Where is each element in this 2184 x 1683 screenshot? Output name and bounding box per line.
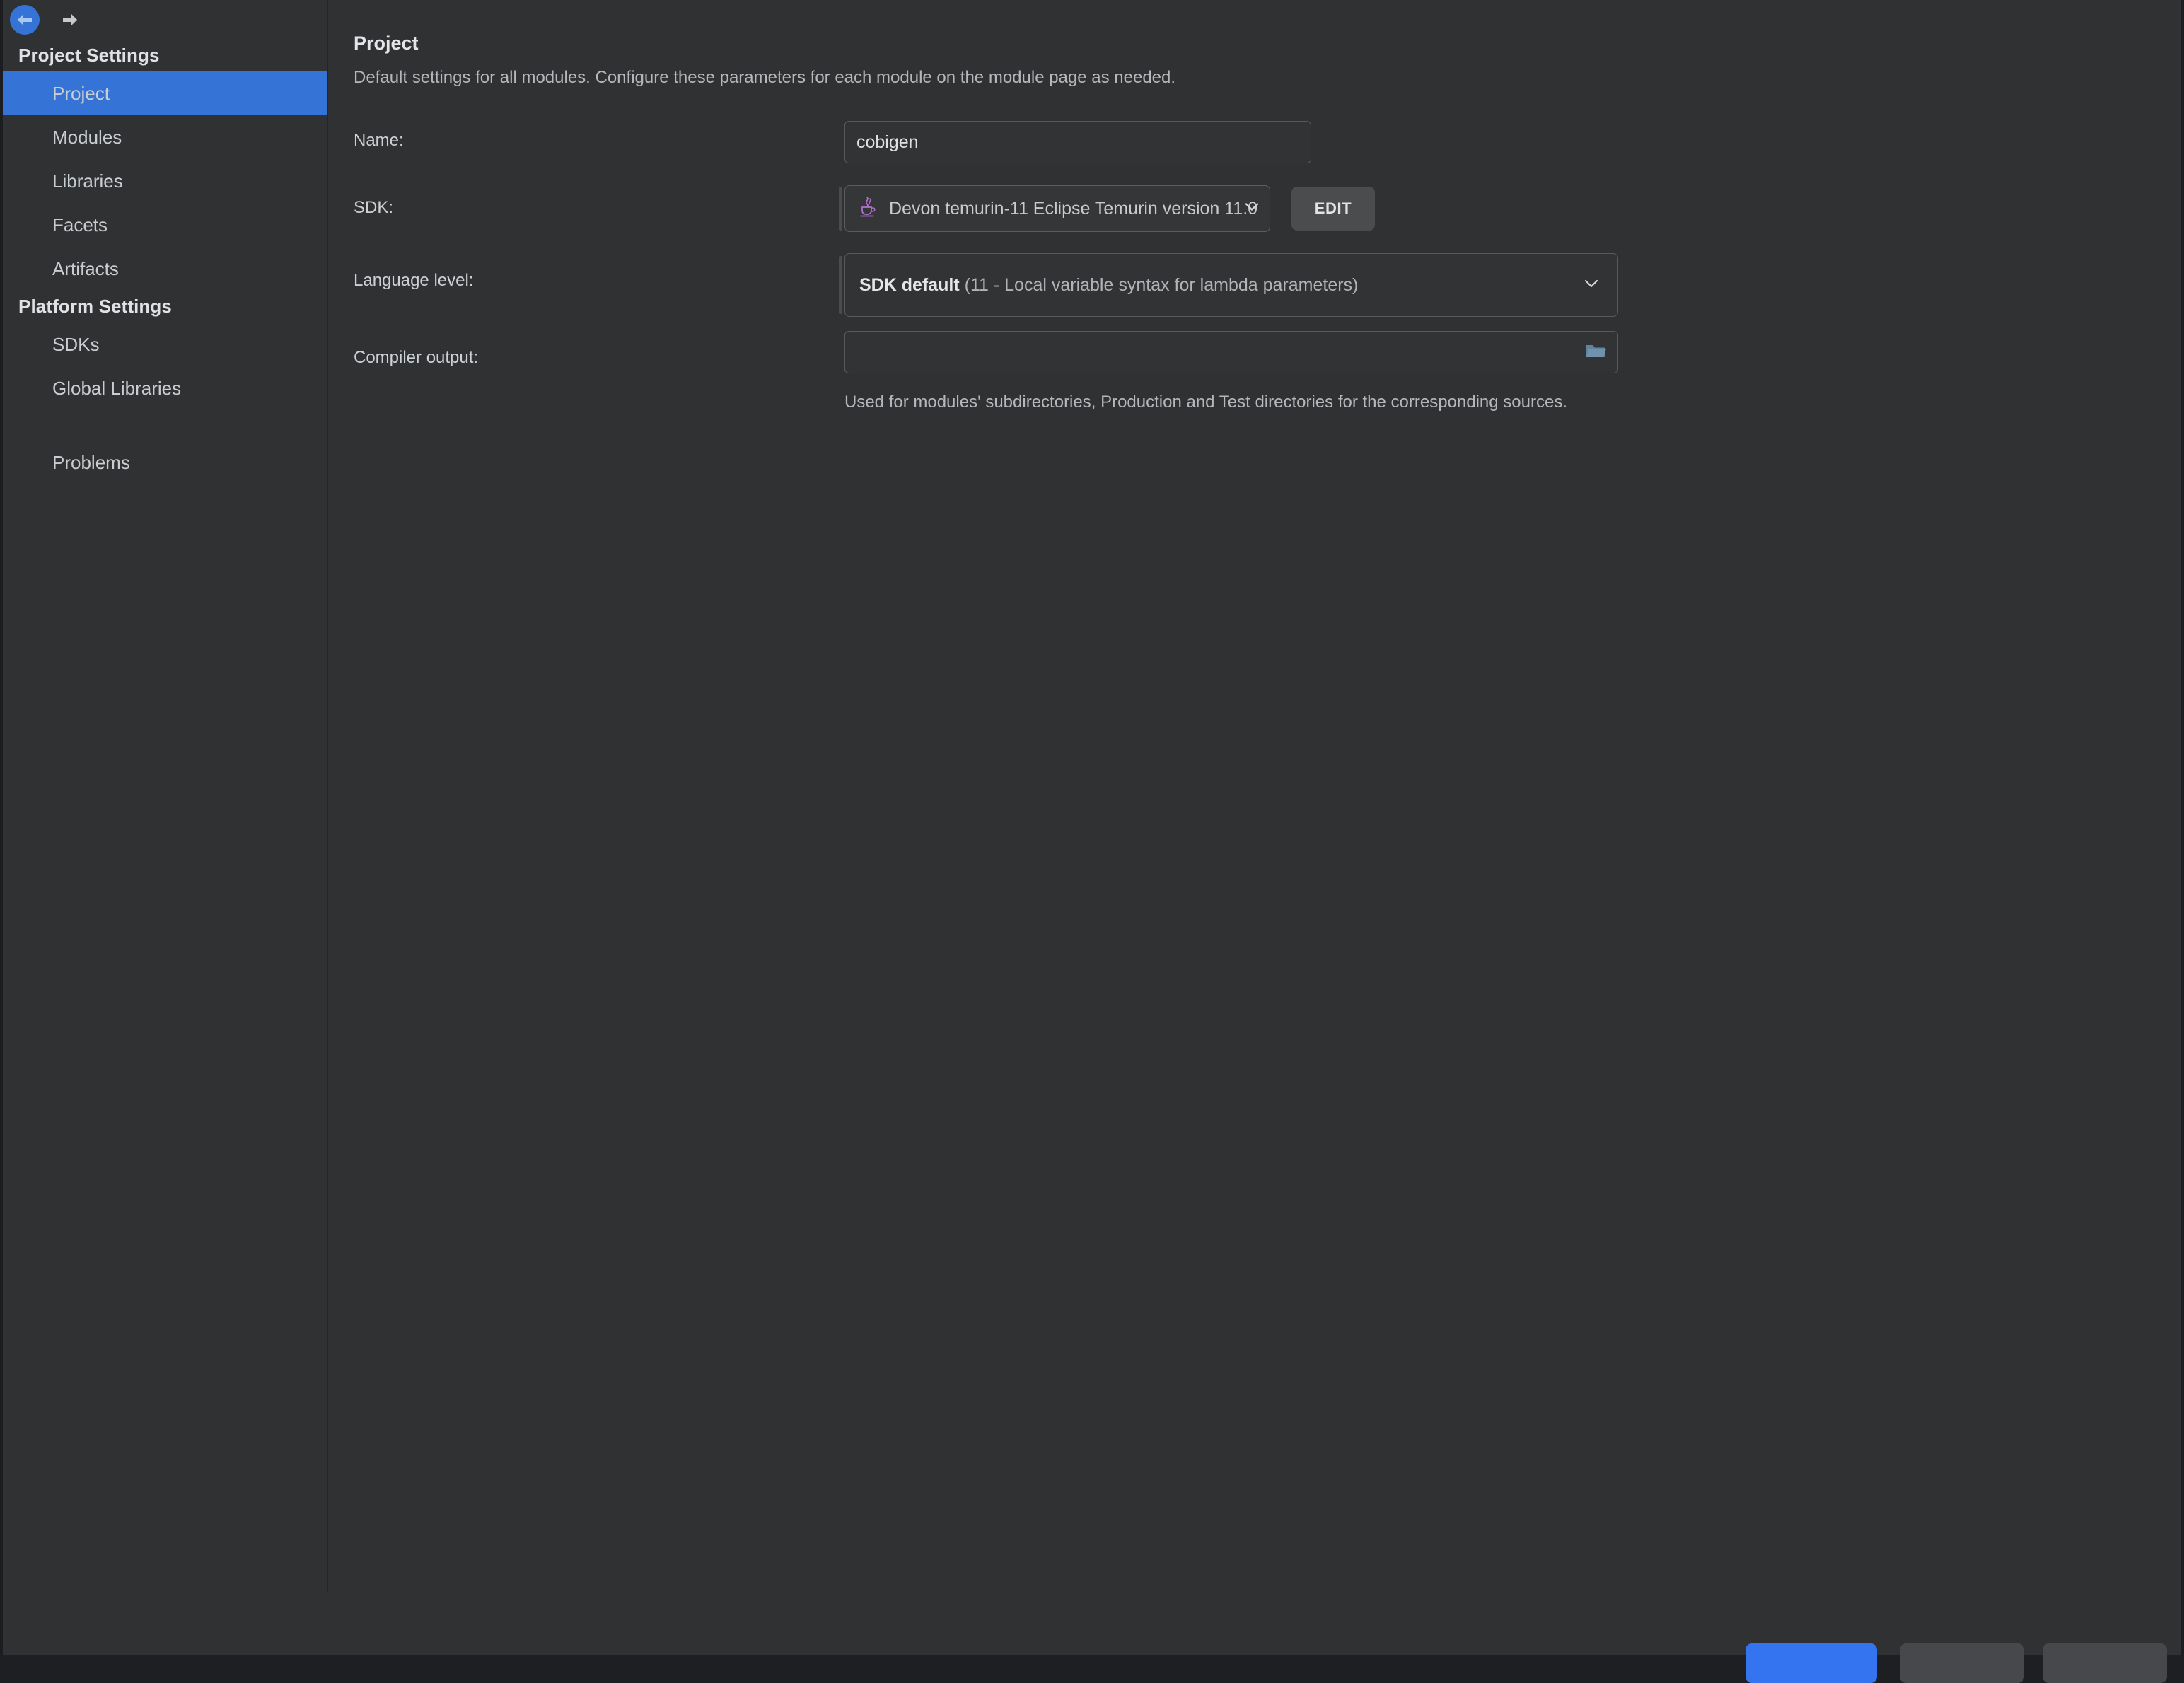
compiler-output-hint: Used for modules' subdirectories, Produc… (844, 392, 1567, 412)
java-icon (858, 196, 878, 222)
sidebar-item-label: SDKs (52, 334, 99, 356)
sidebar-item-label: Problems (52, 452, 130, 474)
window-edge-right (2181, 0, 2184, 1655)
forward-button[interactable] (55, 5, 85, 35)
settings-sidebar: Project Settings Project Modules Librari… (3, 0, 328, 1592)
arrow-left-icon (16, 12, 34, 28)
back-button[interactable] (10, 5, 40, 35)
folder-icon[interactable] (1585, 342, 1606, 363)
cancel-button[interactable]: Cancel (1900, 1643, 2024, 1683)
ok-button[interactable]: OK (1746, 1643, 1877, 1683)
dialog-body: Project Settings Project Modules Librari… (3, 0, 2181, 1592)
sidebar-item-label: Global Libraries (52, 378, 181, 400)
sidebar-group-title-project-settings: Project Settings (3, 40, 327, 71)
page-subtitle: Default settings for all modules. Config… (354, 68, 1175, 88)
sidebar-item-libraries[interactable]: Libraries (3, 159, 327, 203)
project-structure-dialog: Project Settings Project Modules Librari… (0, 0, 2184, 1655)
sdk-edit-button[interactable]: EDIT (1291, 187, 1375, 231)
sdk-focus-indicator (839, 187, 842, 231)
chevron-down-icon[interactable] (1584, 279, 1599, 292)
language-level-combobox-wrapper: SDK default (11 - Local variable syntax … (839, 253, 1618, 317)
sidebar-item-label: Libraries (52, 170, 123, 192)
settings-content-panel: Project Default settings for all modules… (328, 0, 2181, 1592)
sidebar-item-label: Artifacts (52, 258, 119, 280)
sdk-label: SDK: (354, 198, 393, 218)
sidebar-item-problems[interactable]: Problems (3, 441, 327, 484)
chevron-down-icon[interactable] (1244, 202, 1260, 216)
apply-button[interactable]: Apply (2043, 1643, 2167, 1683)
language-level-label: Language level: (354, 271, 473, 291)
page-title: Project (354, 33, 419, 54)
sdk-edit-button-label: EDIT (1315, 199, 1352, 218)
sidebar-item-project[interactable]: Project (3, 71, 327, 115)
language-level-value-strong: SDK default (859, 275, 960, 295)
name-input[interactable]: cobigen (844, 121, 1311, 163)
language-level-combobox[interactable]: SDK default (11 - Local variable syntax … (844, 253, 1618, 317)
navigation-buttons (3, 0, 327, 40)
name-label: Name: (354, 131, 404, 151)
language-level-value-detail: (11 - Local variable syntax for lambda p… (965, 275, 1359, 295)
sidebar-item-label: Project (52, 83, 110, 105)
window-edge-left (0, 0, 3, 1655)
compiler-output-input[interactable] (844, 331, 1618, 373)
sidebar-item-label: Facets (52, 214, 108, 236)
name-input-value: cobigen (856, 132, 919, 153)
sidebar-item-global-libraries[interactable]: Global Libraries (3, 366, 327, 410)
language-level-focus-indicator (839, 256, 842, 314)
sidebar-group-title-platform-settings: Platform Settings (3, 291, 327, 322)
sdk-combobox-value: Devon temurin-11 Eclipse Temurin version… (889, 199, 1257, 219)
sidebar-item-modules[interactable]: Modules (3, 115, 327, 159)
sidebar-item-sdks[interactable]: SDKs (3, 322, 327, 366)
dialog-footer: OK Cancel Apply (3, 1592, 2181, 1655)
sidebar-item-facets[interactable]: Facets (3, 203, 327, 247)
sdk-combobox-wrapper: Devon temurin-11 Eclipse Temurin version… (839, 185, 1270, 232)
sidebar-item-artifacts[interactable]: Artifacts (3, 247, 327, 291)
sdk-combobox[interactable]: Devon temurin-11 Eclipse Temurin version… (844, 185, 1270, 232)
arrow-right-icon (61, 12, 79, 28)
sidebar-item-label: Modules (52, 127, 122, 148)
compiler-output-label: Compiler output: (354, 348, 478, 368)
